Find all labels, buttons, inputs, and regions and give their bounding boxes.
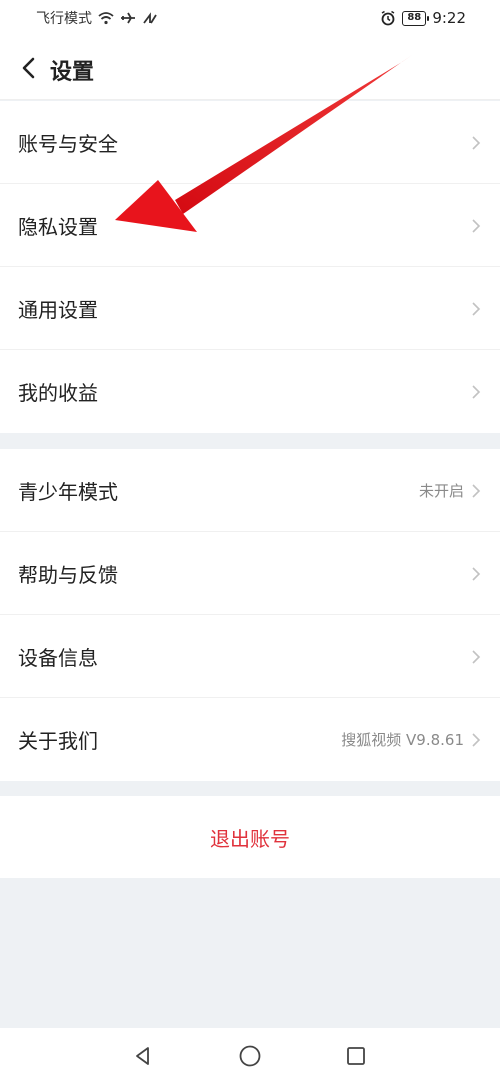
nav-home-icon — [239, 1045, 261, 1067]
logout-label: 退出账号 — [210, 826, 290, 851]
settings-item-label: 设备信息 — [18, 645, 98, 670]
settings-item-general[interactable]: 通用设置 — [0, 267, 500, 350]
chevron-right-icon — [472, 567, 481, 581]
settings-item-help-feedback[interactable]: 帮助与反馈 — [0, 532, 500, 615]
settings-group-account: 账号与安全 隐私设置 通用设置 我的收益 — [0, 101, 500, 433]
settings-item-label: 账号与安全 — [18, 131, 118, 156]
chevron-right-icon — [472, 385, 481, 399]
settings-item-device-info[interactable]: 设备信息 — [0, 615, 500, 698]
status-bar: 飞行模式 88 9:22 — [0, 0, 500, 36]
settings-group-other: 青少年模式 未开启 帮助与反馈 设备信息 关于我们 搜狐视频 V9.8.61 — [0, 449, 500, 781]
chevron-right-icon — [472, 484, 481, 498]
system-nav-bar — [0, 1028, 500, 1083]
chevron-right-icon — [472, 136, 481, 150]
wifi-icon — [98, 12, 114, 25]
settings-item-account-security[interactable]: 账号与安全 — [0, 101, 500, 184]
nav-recents-icon — [347, 1047, 365, 1065]
nav-back-icon — [136, 1047, 149, 1065]
page-title: 设置 — [50, 60, 95, 85]
back-button[interactable] — [10, 48, 46, 88]
settings-item-label: 通用设置 — [18, 297, 98, 322]
nav-home-button[interactable] — [232, 1038, 268, 1074]
chevron-right-icon — [472, 650, 481, 664]
logout-button[interactable]: 退出账号 — [0, 796, 500, 878]
signal-icon — [143, 12, 157, 24]
settings-item-value: 搜狐视频 V9.8.61 — [341, 731, 464, 749]
chevron-right-icon — [472, 219, 481, 233]
status-left: 飞行模式 — [36, 8, 158, 28]
airplane-icon — [121, 12, 135, 24]
top-bar: 设置 — [0, 36, 500, 100]
clock: 9:22 — [432, 9, 466, 27]
settings-item-label: 青少年模式 — [18, 479, 118, 504]
alarm-icon — [381, 10, 395, 26]
settings-item-label: 隐私设置 — [18, 214, 98, 239]
settings-item-label: 帮助与反馈 — [18, 562, 118, 587]
settings-item-earnings[interactable]: 我的收益 — [0, 350, 500, 433]
settings-item-value: 未开启 — [418, 481, 464, 500]
status-right: 88 9:22 — [380, 8, 466, 28]
nav-back-button[interactable] — [125, 1038, 161, 1074]
battery-icon: 88 — [402, 10, 430, 26]
chevron-right-icon — [472, 302, 481, 316]
chevron-right-icon — [472, 733, 481, 747]
settings-item-label: 我的收益 — [18, 381, 98, 405]
back-icon — [22, 57, 35, 79]
nav-recents-button[interactable] — [338, 1038, 374, 1074]
carrier-text: 飞行模式 — [36, 11, 92, 27]
settings-item-privacy[interactable]: 隐私设置 — [0, 184, 500, 267]
settings-item-about[interactable]: 关于我们 搜狐视频 V9.8.61 — [0, 698, 500, 781]
settings-item-teen-mode[interactable]: 青少年模式 未开启 — [0, 449, 500, 532]
settings-item-label: 关于我们 — [18, 729, 98, 753]
